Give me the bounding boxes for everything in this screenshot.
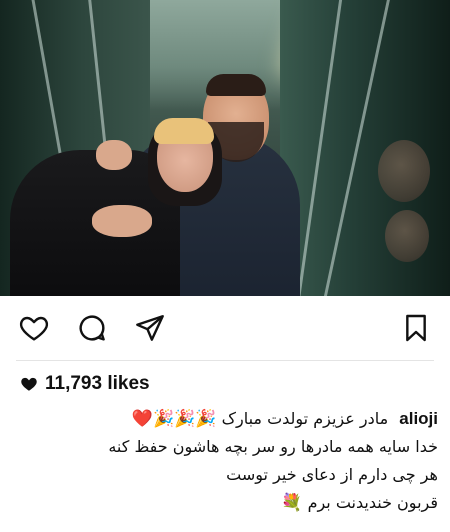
heart-filled-icon <box>21 377 37 391</box>
post-photo[interactable] <box>0 0 450 296</box>
comment-icon[interactable] <box>74 310 110 346</box>
username-link[interactable]: alioji <box>399 409 438 428</box>
man-hair <box>206 74 266 96</box>
divider <box>16 360 434 361</box>
caption-emojis: 🎉🎉🎉❤️ <box>131 409 217 429</box>
action-bar <box>0 296 450 360</box>
caption-line: خدا سایه همه مادرها رو سر بچه هاشون حفظ … <box>108 437 438 456</box>
heart-icon[interactable] <box>16 310 52 346</box>
bookmark-icon[interactable] <box>398 310 434 346</box>
caption: alioji مادر عزیزم تولدت مبارک 🎉🎉🎉❤️ خدا … <box>12 405 438 517</box>
caption-text: مادر عزیزم تولدت مبارک <box>221 409 389 428</box>
likes-count[interactable]: 11,793 likes <box>20 373 150 395</box>
hand <box>92 205 152 237</box>
hand <box>96 140 132 170</box>
caption-line: alioji مادر عزیزم تولدت مبارک 🎉🎉🎉❤️ <box>12 405 438 433</box>
send-icon[interactable] <box>132 310 168 346</box>
caption-text: قربون خندیدنت برم <box>307 493 438 512</box>
mirror-reflection <box>378 140 430 202</box>
mirror-reflection <box>385 210 429 262</box>
caption-line: هر چی دارم از دعای خیر توست <box>226 465 438 484</box>
woman-hair <box>154 118 214 144</box>
flower-emoji: 💐 <box>281 493 303 513</box>
caption-line: قربون خندیدنت برم 💐 <box>12 489 438 517</box>
likes-label: 11,793 likes <box>45 373 150 394</box>
